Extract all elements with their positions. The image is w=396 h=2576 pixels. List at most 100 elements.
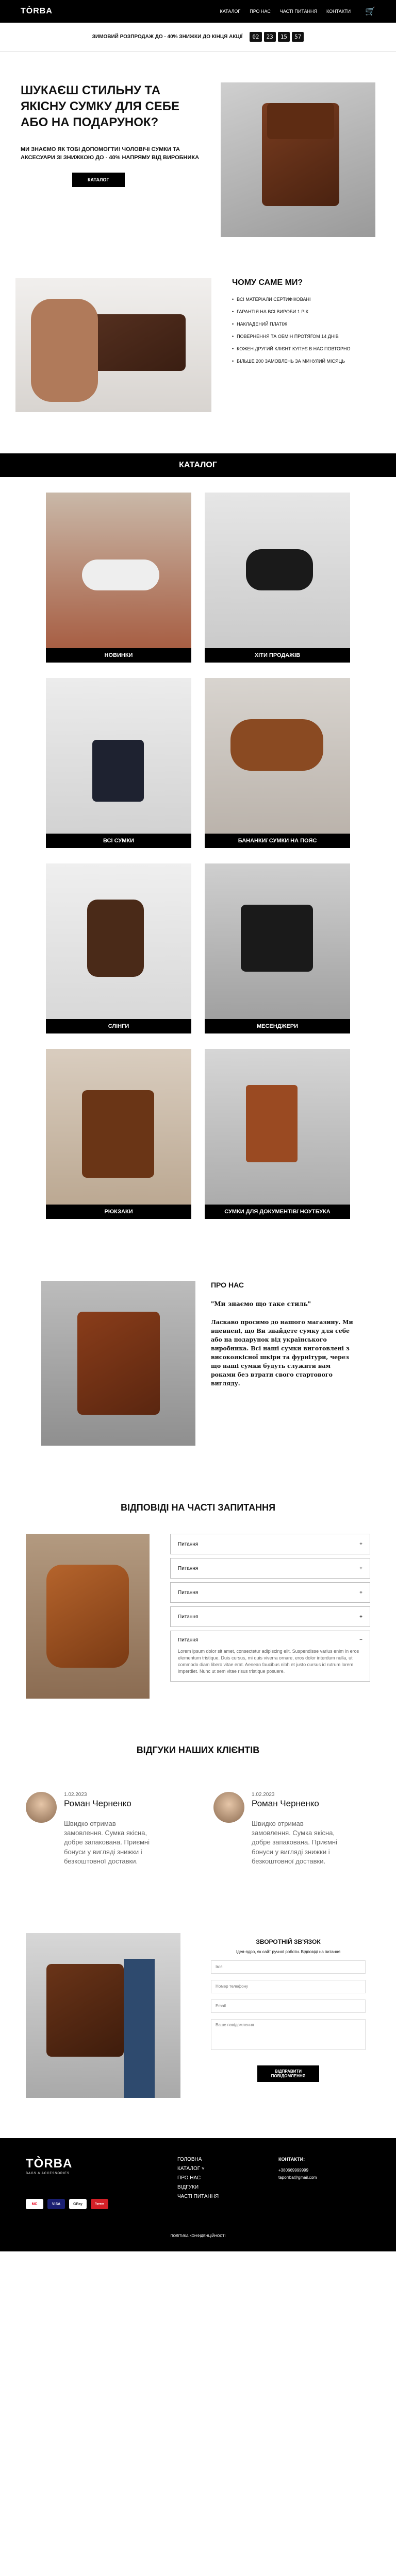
faq-question-label: Питання [178,1565,199,1571]
footer-nav-about[interactable]: ПРО НАС [177,2175,219,2181]
logo[interactable]: TÒRBA [21,7,53,16]
feedback-section: ЗВОРОТНІЙ ЗВ'ЯЗОК Ідея-ядро, як сайт руч… [0,1866,396,2098]
nav-faq[interactable]: ЧАСТІ ПИТАННЯ [280,9,317,14]
site-footer: TÒRBA BAGS & ACCESSORIES MC VISA GPay Пр… [0,2138,396,2251]
name-field[interactable] [211,1960,366,1974]
faq-question[interactable]: Питання + [170,1534,370,1554]
faq-question-label: Питання [178,1614,199,1620]
nav-contacts[interactable]: КОНТАКТИ [326,9,351,14]
list-item: КОЖЕН ДРУГИЙ КЛІЄНТ КУПУЄ В НАС ПОВТОРНО [232,346,381,351]
faq-image [26,1534,150,1699]
plus-icon: + [359,1541,362,1547]
about-section: ПРО НАС "Ми знаємо що таке стиль" Ласкав… [0,1250,396,1477]
contact-phone[interactable]: +380669999999 [278,2168,317,2173]
reviews-title: ВІДГУКИ НАШИХ КЛІЄНТІВ [136,1745,260,1755]
nav-about[interactable]: ПРО НАС [250,9,271,14]
faq-question-open[interactable]: Питання − Lorem ipsum dolor sit amet, con… [170,1631,370,1682]
main-nav: КАТАЛОГ ПРО НАС ЧАСТІ ПИТАННЯ КОНТАКТИ 🛒 [220,6,375,16]
list-item: ГАРАНТІЯ НА ВСІ ВИРОБИ 1 РІК [232,309,381,314]
mastercard-icon: MC [26,2199,43,2209]
contacts-title: КОНТАКТИ: [278,2157,305,2162]
privat-icon: Приват [91,2199,108,2209]
message-field[interactable] [211,2019,366,2050]
hero-catalog-button[interactable]: КАТАЛОГ [72,172,125,187]
privacy-policy-link[interactable]: ПОЛІТИКА КОНФІДЕНЦІЙНОСТІ [0,2234,396,2238]
catalog-card-all-bags[interactable]: ВСІ СУМКИ [46,678,191,848]
footer-nav: ГОЛОВНА КАТАЛОГ ˅ ПРО НАС ВІДГУКИ ЧАСТІ … [177,2157,219,2203]
catalog-card-slings[interactable]: СЛІНГИ [46,863,191,1033]
faq-question-label: Питання [178,1541,199,1547]
feedback-form: ЗВОРОТНІЙ ЗВ'ЯЗОК Ідея-ядро, як сайт руч… [206,1933,370,2098]
timer-seconds: 57 [292,32,304,42]
card-label: БАНАНКИ/ СУМКИ НА ПОЯС [205,834,350,848]
faq-question[interactable]: Питання + [170,1582,370,1603]
visa-icon: VISA [47,2199,65,2209]
faq-question[interactable]: Питання + [170,1558,370,1579]
list-item: БІЛЬШЕ 200 ЗАМОВЛЕНЬ ЗА МИНУЛИЙ МІСЯЦЬ [232,359,381,364]
why-us-section: ЧОМУ САМЕ МИ? ВСІ МАТЕРІАЛИ СЕРТИФІКОВАН… [0,247,396,443]
feedback-title: ЗВОРОТНІЙ ЗВ'ЯЗОК [256,1938,321,1945]
about-image [41,1281,195,1446]
why-us-image [15,278,211,412]
contact-email[interactable]: taporrba@gmail.com [278,2175,317,2180]
about-quote: "Ми знаємо що таке стиль" [210,1300,311,1308]
catalog-card-messengers[interactable]: МЕСЕНДЖЕРИ [205,863,350,1033]
catalog-title: КАТАЛОГ [0,453,396,477]
card-label: РЮКЗАКИ [46,1205,191,1219]
countdown-timer: 02 23 15 57 [250,32,304,42]
hero-title: ШУКАЄШ СТИЛЬНУ ТА ЯКІСНУ СУМКУ ДЛЯ СЕБЕ … [21,83,180,130]
catalog-card-belt-bags[interactable]: БАНАНКИ/ СУМКИ НА ПОЯС [205,678,350,848]
send-message-button[interactable]: ВІДПРАВИТИ ПОВІДОМЛЕННЯ [257,2065,319,2082]
review-date: 1.02.2023 [64,1792,87,1798]
why-us-list: ВСІ МАТЕРІАЛИ СЕРТИФІКОВАНІ ГАРАНТІЯ НА … [232,297,381,364]
phone-field[interactable] [211,1979,366,1993]
faq-question-label: Питання [178,1637,199,1643]
card-label: ВСІ СУМКИ [46,834,191,848]
plus-icon: + [359,1589,362,1596]
review-text: Швидко отримав замовлення. Сумка якісна,… [252,1820,337,1865]
feedback-description: Ідея-ядро, як сайт ручної роботи. Відпов… [236,1949,341,1954]
hero-image [221,82,375,237]
catalog-grid: НОВИНКИ ХІТИ ПРОДАЖІВ ВСІ СУМКИ БАНАНКИ/… [0,477,396,1219]
catalog-card-bestsellers[interactable]: ХІТИ ПРОДАЖІВ [205,493,350,663]
footer-nav-home[interactable]: ГОЛОВНА [177,2157,219,2162]
about-title: ПРО НАС [210,1281,244,1289]
card-label: МЕСЕНДЖЕРИ [205,1019,350,1033]
faq-section: ВІДПОВІДІ НА ЧАСТІ ЗАПИТАННЯ Питання + Пи… [0,1502,396,1699]
footer-nav-catalog[interactable]: КАТАЛОГ ˅ [177,2166,219,2172]
card-label: СУМКИ ДЛЯ ДОКУМЕНТІВ/ НОУТБУКА [205,1205,350,1219]
faq-list: Питання + Питання + Питання + Питання + Пита… [170,1534,370,1699]
review-text: Швидко отримав замовлення. Сумка якісна,… [64,1820,150,1865]
avatar [213,1792,244,1823]
catalog-card-document-bags[interactable]: СУМКИ ДЛЯ ДОКУМЕНТІВ/ НОУТБУКА [205,1049,350,1219]
review-name: Роман Черненко [252,1799,319,1808]
footer-nav-faq[interactable]: ЧАСТІ ПИТАННЯ [177,2194,219,2199]
email-field[interactable] [211,1999,366,2013]
nav-catalog[interactable]: КАТАЛОГ [220,9,241,14]
list-item: ВСІ МАТЕРІАЛИ СЕРТИФІКОВАНІ [232,297,381,302]
sale-banner: ЗИМОВИЙ РОЗПРОДАЖ ДО - 40% ЗНИЖКИ ДО КІН… [0,23,396,52]
faq-title: ВІДПОВІДІ НА ЧАСТІ ЗАПИТАННЯ [120,1502,276,1513]
card-label: СЛІНГИ [46,1019,191,1033]
why-us-title: ЧОМУ САМЕ МИ? [232,278,303,287]
review-date: 1.02.2023 [252,1792,275,1798]
footer-nav-reviews[interactable]: ВІДГУКИ [177,2184,219,2190]
catalog-card-new[interactable]: НОВИНКИ [46,493,191,663]
cart-icon[interactable]: 🛒 [365,6,375,16]
site-header: TÒRBA КАТАЛОГ ПРО НАС ЧАСТІ ПИТАННЯ КОНТ… [0,0,396,23]
faq-answer: Lorem ipsum dolor sit amet, consectetur … [178,1649,359,1674]
feedback-image [26,1933,180,2098]
list-item: НАКЛАДЕНИЙ ПЛАТІЖ [232,321,381,327]
catalog-card-backpacks[interactable]: РЮКЗАКИ [46,1049,191,1219]
faq-question[interactable]: Питання + [170,1606,370,1627]
timer-days: 02 [250,32,262,42]
list-item: ПОВЕРНЕННЯ ТА ОБМІН ПРОТЯГОМ 14 ДНІВ [232,334,381,339]
minus-icon: − [359,1637,362,1643]
plus-icon: + [359,1614,362,1620]
hero-section: ШУКАЄШ СТИЛЬНУ ТА ЯКІСНУ СУМКУ ДЛЯ СЕБЕ … [0,52,396,237]
sale-text: ЗИМОВИЙ РОЗПРОДАЖ ДО - 40% ЗНИЖКИ ДО КІН… [92,34,243,40]
review-name: Роман Черненко [64,1799,131,1808]
timer-hours: 23 [263,32,276,42]
reviews-section: ВІДГУКИ НАШИХ КЛІЄНТІВ 1.02.2023 Роман Ч… [0,1745,396,1866]
review-card: 1.02.2023 Роман Черненко Швидко отримав … [26,1792,183,1866]
